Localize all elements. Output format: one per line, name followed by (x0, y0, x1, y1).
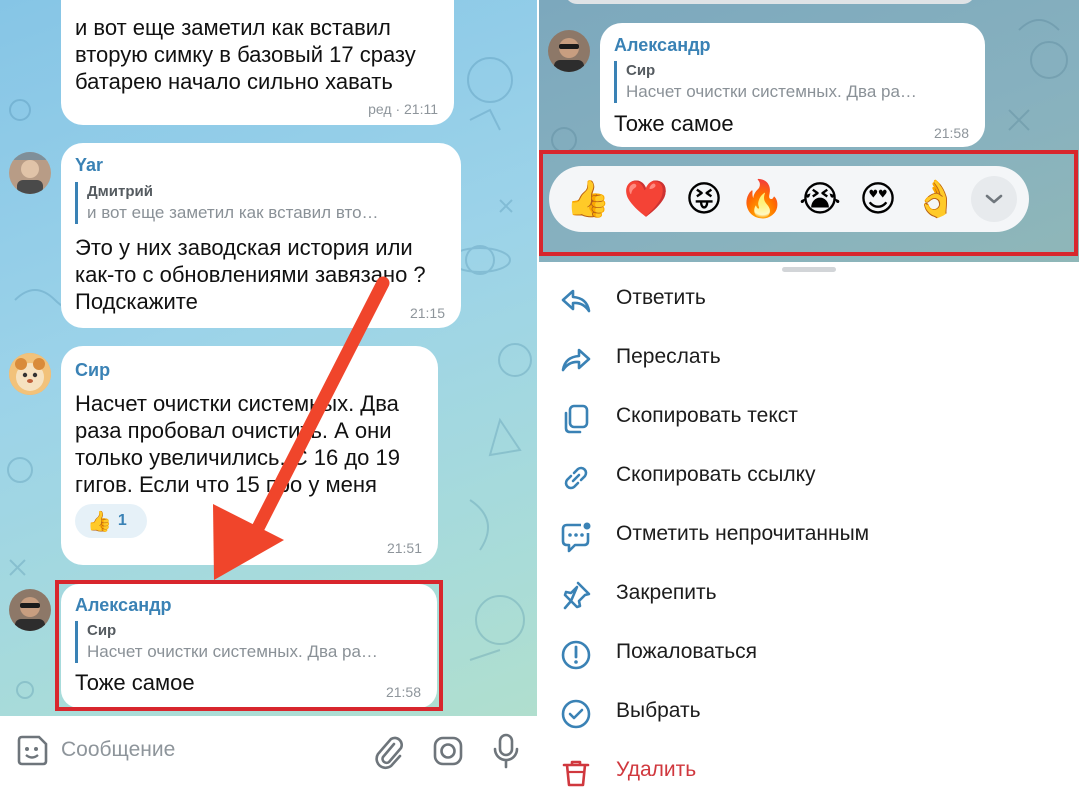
menu-item-copy-link[interactable]: Скопировать ссылку (539, 448, 1079, 507)
sticker-icon[interactable] (15, 734, 49, 768)
link-icon (564, 466, 588, 490)
menu-item-report[interactable]: Пожаловаться (539, 625, 1079, 684)
menu-label: Выбрать (616, 699, 701, 722)
copy-icon (564, 404, 589, 434)
reply-quote[interactable]: Сир Насчет очистки системных. Два ра… (614, 61, 969, 103)
previous-message-edge (565, 0, 975, 4)
context-menu-sheet: Ответить Переслать Скопировать текст Ско… (539, 262, 1079, 809)
menu-item-mark-unread[interactable]: Отметить непрочитанным (539, 507, 1079, 566)
message-time: 21:58 (933, 125, 969, 141)
menu-label: Переслать (616, 345, 721, 368)
reply-author: Сир (626, 62, 656, 79)
camera-icon[interactable] (432, 735, 464, 767)
mark-unread-icon (561, 522, 591, 553)
chat-screen: и вот еще заметил как вставил вторую сим… (0, 0, 537, 809)
delete-icon (562, 760, 590, 787)
message-text: Тоже самое (614, 111, 734, 136)
annotation-arrow (213, 276, 390, 580)
reply-icon (561, 289, 591, 313)
attach-icon[interactable] (372, 734, 404, 770)
menu-item-reply[interactable]: Ответить (539, 271, 1079, 330)
sender-name[interactable]: Александр (614, 35, 711, 56)
avatar[interactable] (548, 30, 590, 72)
forward-icon (561, 348, 591, 372)
menu-label: Отметить непрочитанным (616, 522, 870, 545)
message-context-screen: Александр Сир Насчет очистки системных. … (539, 0, 1079, 809)
menu-label: Закрепить (616, 581, 717, 604)
select-icon (561, 699, 591, 729)
menu-item-select[interactable]: Выбрать (539, 684, 1079, 743)
report-icon (561, 640, 591, 670)
menu-item-delete[interactable]: Удалить (539, 743, 1079, 802)
menu-label: Удалить (616, 758, 697, 781)
selected-message-bubble[interactable]: Александр Сир Насчет очистки системных. … (600, 23, 985, 147)
menu-item-copy-text[interactable]: Скопировать текст (539, 389, 1079, 448)
user-photo-icon (548, 30, 590, 72)
menu-item-pin[interactable]: Закрепить (539, 566, 1079, 625)
menu-item-forward[interactable]: Переслать (539, 330, 1079, 389)
menu-label: Скопировать ссылку (616, 463, 816, 486)
menu-label: Скопировать текст (616, 404, 798, 427)
menu-label: Пожаловаться (616, 640, 758, 663)
pin-icon (563, 581, 591, 610)
message-input[interactable]: Сообщение (61, 738, 175, 762)
menu-label: Ответить (616, 286, 706, 309)
highlight-frame (539, 150, 1078, 256)
reply-text: Насчет очистки системных. Два ра… (626, 82, 917, 101)
microphone-icon[interactable] (491, 732, 521, 770)
message-input-bar: Сообщение (0, 716, 537, 809)
